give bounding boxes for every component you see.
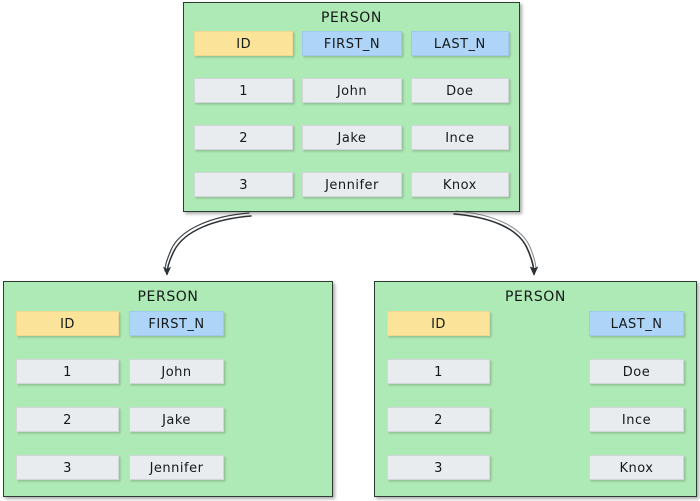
cell-id: 2 <box>387 407 490 432</box>
table-row: 2 Jake Ince <box>184 125 519 150</box>
cell-id: 3 <box>387 455 490 480</box>
arrow-to-right-table <box>453 210 539 276</box>
cell-first-n: Jake <box>129 407 224 432</box>
cell-first-n: Jennifer <box>129 455 224 480</box>
table-person-left[interactable]: PERSON ID FIRST_N 1 John 2 Jake 3 Jennif… <box>3 281 333 497</box>
arrow-to-left-table <box>162 212 252 276</box>
cell-first-n: Jennifer <box>302 172 402 197</box>
column-header-id[interactable]: ID <box>194 31 294 56</box>
cell-first-n: John <box>129 359 224 384</box>
table-row: 1 Doe <box>375 359 696 384</box>
header-row-source: ID FIRST_N LAST_N <box>184 31 519 56</box>
table-row: 1 John Doe <box>184 78 519 103</box>
cell-last-n: Ince <box>589 407 684 432</box>
diagram-canvas: PERSON ID FIRST_N LAST_N 1 John Doe 2 Ja… <box>0 0 700 501</box>
cell-last-n: Doe <box>589 359 684 384</box>
table-title-left: PERSON <box>137 289 199 305</box>
cell-id: 1 <box>387 359 490 384</box>
table-title-source: PERSON <box>321 10 382 26</box>
cell-id: 3 <box>194 172 294 197</box>
cell-id: 3 <box>16 455 119 480</box>
cell-id: 2 <box>194 125 294 150</box>
cell-last-n: Knox <box>589 455 684 480</box>
column-header-first-n[interactable]: FIRST_N <box>129 311 224 336</box>
cell-id: 2 <box>16 407 119 432</box>
table-row: 2 Jake <box>4 407 332 432</box>
cell-last-n: Ince <box>410 125 509 150</box>
header-row-left: ID FIRST_N <box>4 311 332 336</box>
table-row: 3 Jennifer Knox <box>184 172 519 197</box>
table-row: 1 John <box>4 359 332 384</box>
cell-first-n: Jake <box>302 125 402 150</box>
cell-last-n: Doe <box>410 78 509 103</box>
table-person-source[interactable]: PERSON ID FIRST_N LAST_N 1 John Doe 2 Ja… <box>183 2 520 212</box>
table-row: 3 Knox <box>375 455 696 480</box>
cell-id: 1 <box>16 359 119 384</box>
table-person-right[interactable]: PERSON ID LAST_N 1 Doe 2 Ince 3 Knox <box>374 281 697 497</box>
cell-id: 1 <box>194 78 294 103</box>
table-row: 3 Jennifer <box>4 455 332 480</box>
cell-spacer <box>490 359 589 384</box>
column-header-id[interactable]: ID <box>16 311 119 336</box>
column-header-last-n[interactable]: LAST_N <box>410 31 509 56</box>
column-spacer <box>490 311 589 336</box>
table-row: 2 Ince <box>375 407 696 432</box>
header-row-right: ID LAST_N <box>375 311 696 336</box>
cell-spacer <box>490 455 589 480</box>
cell-last-n: Knox <box>410 172 509 197</box>
cell-first-n: John <box>302 78 402 103</box>
table-title-right: PERSON <box>505 289 566 305</box>
cell-spacer <box>490 407 589 432</box>
column-header-first-n[interactable]: FIRST_N <box>302 31 402 56</box>
column-header-last-n[interactable]: LAST_N <box>589 311 684 336</box>
column-header-id[interactable]: ID <box>387 311 490 336</box>
